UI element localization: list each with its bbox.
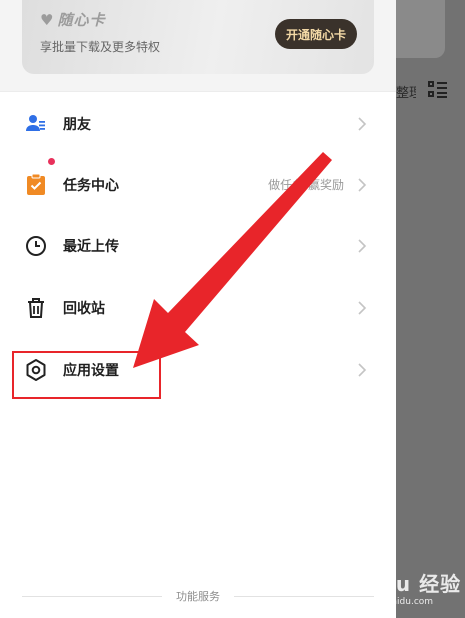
menu-item-friends[interactable]: 朋友: [0, 99, 396, 149]
menu-hint-task-center: 做任务 赢奖励: [268, 178, 344, 192]
task-center-icon: [27, 173, 45, 195]
watermark-brand: Baidu 经验: [342, 572, 462, 596]
vip-card[interactable]: ♥ 随心卡 享批量下载及更多特权 开通随心卡: [22, 0, 374, 74]
drawer-header: ♥ 随心卡 享批量下载及更多特权 开通随心卡: [0, 0, 396, 92]
chevron-right-icon: [358, 178, 367, 192]
function-services-label: 功能服务: [176, 590, 220, 603]
clock-icon: [26, 236, 46, 256]
trash-icon: [28, 298, 44, 318]
background-card: [396, 0, 445, 58]
chevron-right-icon: [358, 363, 367, 377]
watermark-url: jingyan.baidu.com: [350, 597, 434, 607]
friends-icon: [26, 115, 45, 131]
side-drawer: ♥ 随心卡 享批量下载及更多特权 开通随心卡 朋友 任务中心 做任务 赢奖励 最…: [0, 0, 396, 618]
heart-icon: ♥: [40, 10, 54, 29]
annotation-highlight-box: [12, 351, 161, 399]
menu-label-friends: 朋友: [63, 117, 91, 133]
menu-label-recent-uploads: 最近上传: [63, 239, 119, 255]
list-view-icon[interactable]: [428, 80, 448, 98]
chevron-right-icon: [358, 117, 367, 131]
menu-label-task-center: 任务中心: [63, 178, 119, 194]
activate-vip-button[interactable]: 开通随心卡: [275, 19, 357, 49]
vip-card-title: ♥ 随心卡: [40, 9, 105, 30]
vip-card-name: 随心卡: [57, 11, 106, 29]
chevron-right-icon: [358, 301, 367, 315]
menu-item-task-center[interactable]: 任务中心 做任务 赢奖励: [0, 160, 396, 210]
vip-card-subtitle: 享批量下载及更多特权: [40, 40, 161, 54]
background-partial-text: 整理: [396, 86, 416, 101]
function-services-divider: 功能服务: [22, 586, 374, 606]
menu-item-recent-uploads[interactable]: 最近上传: [0, 221, 396, 271]
menu-item-recycle-bin[interactable]: 回收站: [0, 283, 396, 333]
baidu-watermark: Baidu 经验 jingyan.baidu.com: [332, 564, 462, 614]
menu-label-recycle-bin: 回收站: [63, 301, 105, 317]
chevron-right-icon: [358, 239, 367, 253]
